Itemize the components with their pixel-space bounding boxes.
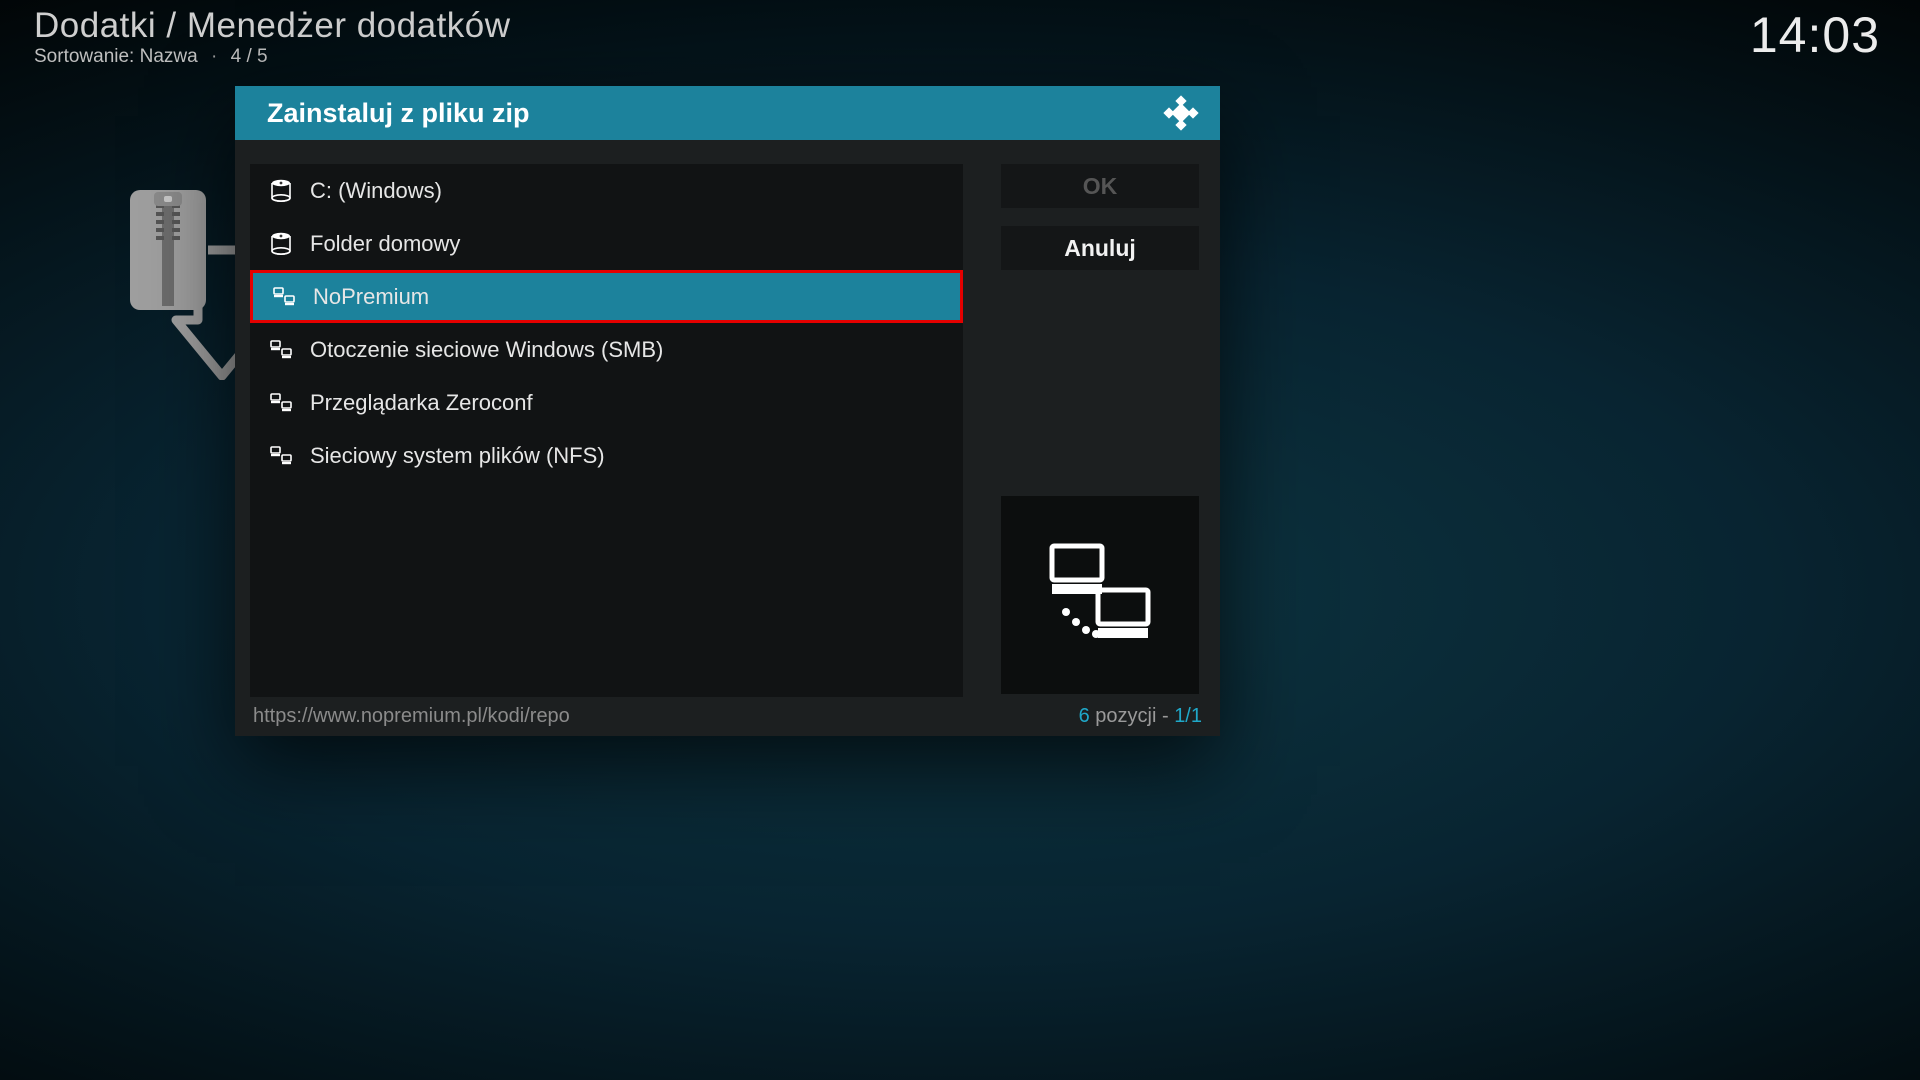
drive-icon — [268, 232, 294, 256]
kodi-logo-icon — [1160, 93, 1200, 133]
sort-label: Sortowanie: Nazwa — [34, 46, 198, 67]
list-item[interactable]: Otoczenie sieciowe Windows (SMB) — [250, 323, 963, 376]
footer-page: 1/1 — [1174, 705, 1202, 727]
footer-count-number: 6 — [1079, 705, 1090, 727]
list-item[interactable]: C: (Windows) — [250, 164, 963, 217]
list-item-label: C: (Windows) — [310, 178, 442, 204]
list-item-label: Przeglądarka Zeroconf — [310, 390, 533, 416]
list-item[interactable]: Przeglądarka Zeroconf — [250, 376, 963, 429]
source-list: C: (Windows) Folder domowy NoPremium Otocze… — [250, 164, 963, 697]
network-icon — [271, 287, 297, 307]
preview-thumbnail — [1001, 496, 1199, 694]
sort-position: 4 / 5 — [231, 46, 268, 67]
list-item-label: Otoczenie sieciowe Windows (SMB) — [310, 337, 663, 363]
footer-count-word: pozycji - — [1090, 705, 1174, 727]
dialog-header: Zainstaluj z pliku zip — [235, 86, 1220, 140]
dialog-title: Zainstaluj z pliku zip — [267, 98, 1160, 129]
footer-path: https://www.nopremium.pl/kodi/repo — [253, 705, 570, 728]
cancel-button[interactable]: Anuluj — [1001, 226, 1199, 270]
list-item-label: Folder domowy — [310, 231, 460, 257]
list-item[interactable]: Folder domowy — [250, 217, 963, 270]
list-item[interactable]: NoPremium — [250, 270, 963, 323]
breadcrumb: Dodatki / Menedżer dodatków — [34, 6, 511, 46]
list-item[interactable]: Sieciowy system plików (NFS) — [250, 429, 963, 482]
install-zip-dialog: Zainstaluj z pliku zip C: (Windows) Folde… — [235, 86, 1220, 736]
list-item-label: Sieciowy system plików (NFS) — [310, 443, 605, 469]
clock: 14:03 — [1750, 6, 1880, 64]
dialog-side-buttons: OK Anuluj — [1001, 164, 1199, 288]
list-item-label: NoPremium — [313, 284, 429, 310]
separator-dot: · — [211, 46, 217, 67]
sort-line: Sortowanie: Nazwa · 4 / 5 — [34, 46, 268, 68]
drive-icon — [268, 179, 294, 203]
network-icon — [268, 446, 294, 466]
network-icon — [268, 393, 294, 413]
network-icon — [268, 340, 294, 360]
ok-button[interactable]: OK — [1001, 164, 1199, 208]
footer-count: 6 pozycji - 1/1 — [1079, 705, 1202, 728]
